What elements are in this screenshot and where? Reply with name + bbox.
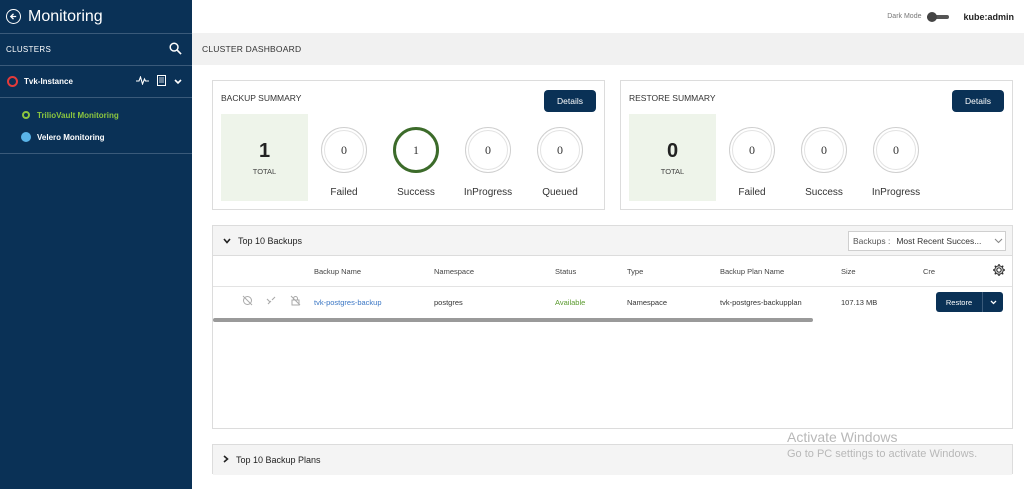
restore-button[interactable]: Restore — [936, 292, 1003, 312]
type-cell: Namespace — [627, 298, 668, 307]
chevron-down-icon — [991, 236, 1005, 246]
restore-summary-title: RESTORE SUMMARY — [629, 93, 716, 103]
backup-total-label: TOTAL — [252, 166, 277, 176]
sidebar-item-label: TrilioVault Monitoring — [37, 110, 119, 120]
page-title: CLUSTER DASHBOARD — [192, 33, 1024, 65]
column-header[interactable]: Backup Name — [314, 267, 361, 276]
status-cell: Available — [555, 298, 586, 307]
backup-name-link[interactable]: tvk-postgres-backup — [314, 298, 382, 307]
dark-mode-toggle[interactable] — [927, 11, 950, 22]
chevron-down-icon[interactable] — [174, 77, 182, 87]
restore-failed-metric[interactable]: 0 Failed — [717, 127, 787, 198]
metric-value: 0 — [876, 130, 916, 170]
metric-value: 0 — [804, 130, 844, 170]
size-cell: 107.13 MB — [841, 298, 878, 307]
filter-label: Backups : — [853, 236, 891, 246]
gear-icon[interactable] — [992, 263, 1006, 280]
backup-summary-title: BACKUP SUMMARY — [221, 93, 302, 103]
restore-inprogress-metric[interactable]: 0 InProgress — [861, 127, 931, 198]
sidebar-item-label: Velero Monitoring — [37, 132, 105, 142]
clusters-label: CLUSTERS — [6, 45, 52, 54]
restore-button-label[interactable]: Restore — [936, 292, 983, 312]
restore-total-label: TOTAL — [660, 166, 685, 176]
metric-value: 1 — [413, 142, 419, 157]
top-backup-plans-title: Top 10 Backup Plans — [236, 455, 321, 465]
top-bar: Dark Mode kube:admin — [192, 0, 1024, 33]
table-row[interactable]: tvk-postgres-backup postgres Available N… — [213, 288, 1012, 318]
column-header[interactable]: Cre — [923, 267, 935, 276]
horizontal-scrollbar[interactable] — [213, 318, 813, 322]
unlink-icon[interactable] — [241, 295, 253, 307]
metric-label: Success — [805, 187, 843, 198]
sidebar-header: Monitoring — [0, 0, 192, 34]
metric-value: 0 — [468, 130, 508, 170]
backup-summary-card: BACKUP SUMMARY Details 1 TOTAL 0 Failed … — [212, 80, 605, 210]
chevron-down-icon[interactable] — [983, 292, 1003, 312]
app-title: Monitoring — [28, 7, 103, 25]
metric-value: 0 — [324, 130, 364, 170]
backup-queued-metric[interactable]: 0 Queued — [525, 127, 595, 198]
watermark-line-1: Activate Windows — [787, 429, 898, 445]
restore-total-box: 0 TOTAL — [629, 114, 716, 201]
sidebar-item-triliovault[interactable]: TrilioVault Monitoring — [0, 104, 192, 126]
dark-mode-label: Dark Mode — [887, 13, 922, 20]
metric-value: 0 — [540, 130, 580, 170]
document-icon[interactable] — [157, 75, 166, 88]
backup-total-box: 1 TOTAL — [221, 114, 308, 201]
backup-plan-cell: tvk-postgres-backupplan — [720, 298, 802, 307]
instance-label: Tvk-Instance — [24, 77, 73, 86]
watermark-line-2: Go to PC settings to activate Windows. — [787, 448, 978, 460]
column-header[interactable]: Status — [555, 267, 576, 276]
search-icon[interactable] — [169, 42, 182, 57]
restore-details-button[interactable]: Details — [952, 90, 1004, 112]
back-arrow-icon[interactable] — [6, 9, 21, 24]
activation-watermark: Activate Windows Go to PC settings to ac… — [787, 429, 977, 460]
openshift-logo-icon — [7, 76, 18, 87]
column-header[interactable]: Backup Plan Name — [720, 267, 784, 276]
detach-icon[interactable] — [265, 295, 277, 307]
backup-failed-metric[interactable]: 0 Failed — [309, 127, 379, 198]
status-dot-icon — [21, 132, 31, 142]
metric-label: Failed — [330, 187, 358, 198]
top-backups-panel: Top 10 Backups Backups : Most Recent Suc… — [212, 225, 1013, 429]
column-header[interactable]: Namespace — [434, 267, 474, 276]
metric-label: Failed — [738, 187, 766, 198]
filter-value: Most Recent Succes... — [896, 236, 982, 246]
sidebar-item-velero[interactable]: Velero Monitoring — [0, 126, 192, 148]
restore-success-metric[interactable]: 0 Success — [789, 127, 859, 198]
clusters-header: CLUSTERS — [0, 34, 192, 66]
top-backups-title: Top 10 Backups — [238, 235, 303, 246]
lock-disabled-icon[interactable] — [289, 295, 301, 307]
column-header[interactable]: Size — [841, 267, 856, 276]
toggle-knob — [927, 11, 938, 22]
activity-icon[interactable] — [136, 75, 149, 87]
monitoring-list: TrilioVault Monitoring Velero Monitoring — [0, 98, 192, 154]
table-header: Backup Name Namespace Status Type Backup… — [213, 257, 1012, 287]
metric-value: 0 — [732, 130, 772, 170]
namespace-cell: postgres — [434, 298, 463, 307]
metric-label: Success — [397, 187, 435, 198]
chevron-right-icon — [223, 455, 229, 465]
user-menu[interactable]: kube:admin — [963, 12, 1014, 22]
cluster-instance[interactable]: Tvk-Instance — [0, 66, 192, 98]
restore-total-value: 0 — [666, 139, 679, 162]
backup-inprogress-metric[interactable]: 0 InProgress — [453, 127, 523, 198]
metric-label: InProgress — [871, 187, 921, 198]
chevron-down-icon — [223, 236, 231, 246]
restore-summary-card: RESTORE SUMMARY Details 0 TOTAL 0 Failed… — [620, 80, 1013, 210]
backups-filter-select[interactable]: Backups : Most Recent Succes... — [848, 231, 1006, 251]
backup-success-metric[interactable]: 1 Success — [381, 127, 451, 198]
backup-details-button[interactable]: Details — [544, 90, 596, 112]
status-ring-icon — [22, 111, 30, 119]
column-header[interactable]: Type — [627, 267, 643, 276]
backup-total-value: 1 — [258, 139, 271, 162]
sidebar: Monitoring CLUSTERS Tvk-Instance TrilioV… — [0, 0, 192, 489]
metric-label: Queued — [542, 187, 578, 198]
metric-label: InProgress — [463, 187, 513, 198]
